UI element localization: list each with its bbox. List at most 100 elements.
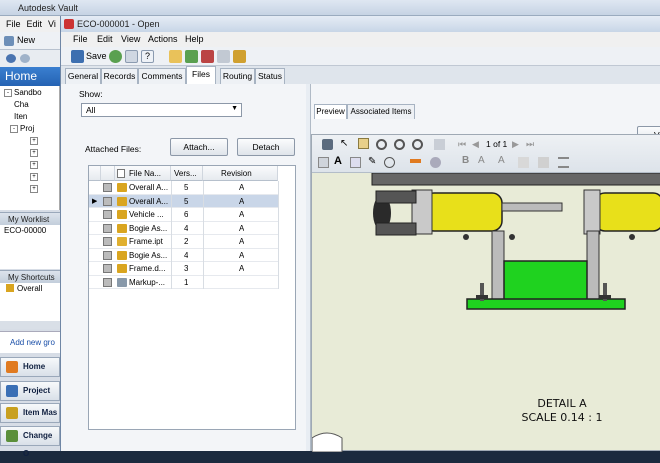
shape-icon[interactable] bbox=[384, 157, 395, 168]
save-button[interactable]: Save bbox=[86, 51, 107, 61]
menu-help[interactable]: Help bbox=[185, 32, 204, 47]
table-row[interactable]: Overall A... 5 A bbox=[89, 181, 279, 195]
line-style-icon[interactable] bbox=[558, 157, 569, 168]
expand-icon[interactable]: + bbox=[30, 184, 38, 193]
table-row[interactable]: Frame.d... 3 A bbox=[89, 262, 279, 276]
first-page-icon[interactable]: ⏮ bbox=[458, 139, 469, 150]
menu-file[interactable]: File bbox=[73, 32, 88, 47]
tab-general[interactable]: General bbox=[65, 68, 101, 84]
menu-view[interactable]: View bbox=[121, 32, 140, 47]
new-file-icon[interactable] bbox=[169, 50, 182, 63]
highlight-icon[interactable]: A bbox=[498, 155, 509, 166]
attach-icon[interactable] bbox=[217, 50, 230, 63]
nav-button-change-orders[interactable]: Change O bbox=[0, 426, 60, 458]
expand-icon[interactable]: + bbox=[30, 136, 38, 145]
tree-item-projects[interactable]: - Proj bbox=[10, 124, 34, 133]
prev-page-icon[interactable]: ◀ bbox=[472, 139, 483, 150]
nav-button-home[interactable]: Home bbox=[0, 357, 60, 377]
print-icon[interactable] bbox=[125, 50, 138, 63]
chevron-down-icon[interactable]: ▼ bbox=[231, 105, 238, 112]
next-page-icon[interactable]: ▶ bbox=[512, 139, 523, 150]
border-icon[interactable] bbox=[538, 157, 549, 168]
shortcut-item[interactable]: Overall bbox=[17, 284, 42, 293]
vault-home-header[interactable]: Home bbox=[0, 67, 60, 86]
text-icon[interactable]: A bbox=[334, 155, 345, 167]
grid-icon-header bbox=[101, 166, 115, 181]
tree-item-items[interactable]: Iten bbox=[14, 112, 27, 121]
worklist-header[interactable]: My Worklist bbox=[0, 212, 60, 225]
tree-folder[interactable]: + bbox=[30, 172, 40, 181]
forward-icon[interactable] bbox=[20, 54, 30, 63]
fill-icon[interactable] bbox=[518, 157, 529, 168]
detach-button[interactable]: Detach bbox=[237, 138, 295, 156]
file-type-icon bbox=[117, 277, 127, 287]
tree-folder[interactable]: + bbox=[30, 184, 40, 193]
table-row[interactable]: ▶ Overall A... 5 A bbox=[89, 194, 279, 208]
attach-button[interactable]: Attach... bbox=[170, 138, 228, 156]
menu-actions[interactable]: Actions bbox=[148, 32, 178, 47]
table-row[interactable]: Frame.ipt 2 A bbox=[89, 235, 279, 249]
expand-icon[interactable]: + bbox=[30, 160, 38, 169]
shortcuts-header[interactable]: My Shortcuts bbox=[0, 270, 60, 283]
table-row[interactable]: Bogie As... 4 A bbox=[89, 249, 279, 262]
checkin-icon[interactable] bbox=[185, 50, 198, 63]
checkout-status-icon bbox=[103, 277, 112, 287]
tab-status[interactable]: Status bbox=[255, 68, 285, 84]
tab-files[interactable]: Files bbox=[186, 66, 216, 84]
tree-folder[interactable]: + bbox=[30, 148, 40, 157]
callout-icon[interactable] bbox=[350, 157, 361, 168]
show-dropdown[interactable]: All ▼ bbox=[81, 103, 242, 117]
zoom-window-icon[interactable] bbox=[394, 139, 405, 150]
nav-button-item-master[interactable]: Item Mas bbox=[0, 403, 60, 423]
column-file-name[interactable]: File Na... bbox=[115, 166, 171, 181]
stamp-icon[interactable] bbox=[430, 157, 441, 168]
delete-icon[interactable] bbox=[201, 50, 214, 63]
column-version[interactable]: Vers... bbox=[171, 166, 203, 181]
bold-icon[interactable]: B bbox=[462, 155, 473, 166]
tab-associated-items[interactable]: Associated Items bbox=[347, 104, 415, 119]
collapse-icon[interactable]: - bbox=[10, 124, 18, 133]
vault-menu-file[interactable]: File bbox=[6, 19, 21, 29]
collapse-icon[interactable]: - bbox=[4, 88, 12, 97]
tree-item-changes[interactable]: Cha bbox=[14, 100, 29, 109]
markup-icon[interactable] bbox=[318, 157, 329, 168]
tab-preview[interactable]: Preview bbox=[314, 104, 347, 119]
cell-revision: A bbox=[239, 223, 245, 233]
expand-icon[interactable]: + bbox=[30, 148, 38, 157]
scrollbar[interactable] bbox=[0, 321, 60, 329]
lock-icon[interactable] bbox=[233, 50, 246, 63]
tab-routing[interactable]: Routing bbox=[220, 68, 255, 84]
table-row[interactable]: Markup-... 1 bbox=[89, 276, 279, 289]
back-icon[interactable] bbox=[6, 54, 16, 63]
help-icon[interactable]: ? bbox=[141, 50, 154, 63]
tree-item-sandbox[interactable]: - Sandbo bbox=[4, 88, 42, 97]
zoom-icon[interactable] bbox=[376, 139, 387, 150]
tab-records[interactable]: Records bbox=[101, 68, 138, 84]
last-page-icon[interactable]: ⏭ bbox=[526, 139, 537, 150]
pencil-icon[interactable]: ✎ bbox=[368, 156, 379, 167]
vault-new-button[interactable]: New bbox=[17, 35, 35, 45]
tree-folder[interactable]: + bbox=[30, 136, 40, 145]
refresh-icon[interactable] bbox=[109, 50, 122, 63]
left-wheel bbox=[373, 189, 563, 236]
vault-menu-view[interactable]: Vi bbox=[48, 19, 56, 29]
worklist-item[interactable]: ECO-00000 bbox=[4, 226, 46, 235]
nav-button-project-explorer[interactable]: Project Ex bbox=[0, 381, 60, 413]
orbit-icon[interactable] bbox=[434, 139, 445, 150]
expand-icon[interactable]: + bbox=[30, 172, 38, 181]
tab-comments[interactable]: Comments bbox=[138, 68, 186, 84]
fit-to-window-icon[interactable] bbox=[412, 139, 423, 150]
font-icon[interactable]: A bbox=[478, 155, 489, 166]
select-arrow-icon[interactable]: ↖ bbox=[340, 139, 351, 150]
menu-edit[interactable]: Edit bbox=[97, 32, 113, 47]
tree-folder[interactable]: + bbox=[30, 160, 40, 169]
table-row[interactable]: Vehicle ... 6 A bbox=[89, 208, 279, 222]
print-icon[interactable] bbox=[322, 139, 333, 150]
line-color-icon[interactable] bbox=[410, 159, 421, 163]
pan-hand-icon[interactable] bbox=[358, 138, 369, 149]
add-new-group-link[interactable]: Add new gro bbox=[10, 338, 55, 347]
column-revision[interactable]: Revision bbox=[203, 166, 278, 181]
table-row[interactable]: Bogie As... 4 A bbox=[89, 222, 279, 235]
save-icon[interactable] bbox=[71, 50, 84, 63]
vault-menu-edit[interactable]: Edit bbox=[27, 19, 43, 29]
